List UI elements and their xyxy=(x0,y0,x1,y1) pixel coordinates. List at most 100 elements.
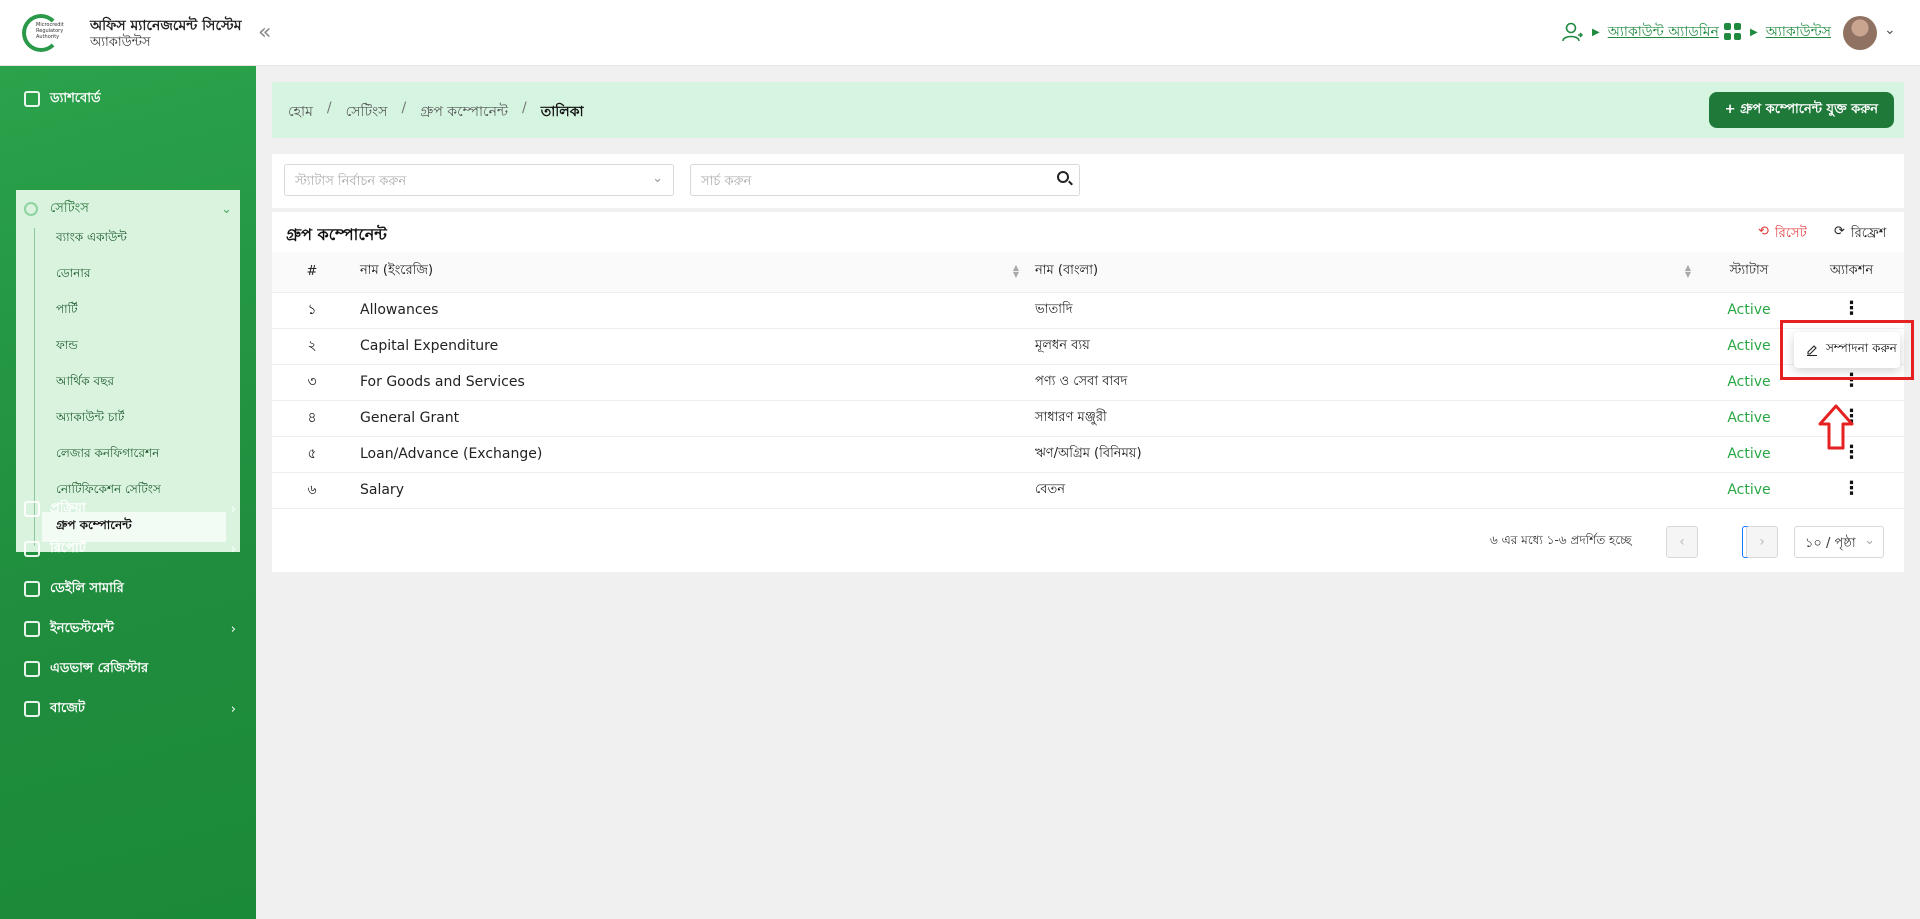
user-switch-icon xyxy=(1562,22,1583,42)
reset-button[interactable]: ⟲ রিসেট xyxy=(1758,224,1807,245)
page-size-select[interactable]: ১০ / পৃষ্ঠা ⌄ xyxy=(1794,526,1884,558)
investment-icon xyxy=(24,621,40,637)
register-icon xyxy=(24,661,40,677)
row-name-en: General Grant xyxy=(352,400,1027,437)
caret-right-icon: ▶ xyxy=(1592,26,1600,38)
arrow-up-icon xyxy=(1818,404,1854,450)
sort-icon[interactable]: ▲ ▼ xyxy=(1685,264,1691,279)
sidebar-subitem-donor[interactable]: ডোনার xyxy=(42,260,226,290)
chevron-down-icon[interactable]: ⌄ xyxy=(1884,22,1896,38)
user-role-switcher[interactable]: ▶ অ্যাকাউন্ট অ্যাডমিন xyxy=(1562,20,1719,44)
chevron-right-icon: › xyxy=(230,541,236,557)
breadcrumb-group-component[interactable]: গ্রুপ কম্পোনেন্ট xyxy=(420,100,508,124)
group-component-table: # নাম (ইংরেজি) ▲ ▼ নাম (বাংলা) ▲ ▼ স্ট্যাট… xyxy=(272,252,1904,509)
summary-icon xyxy=(24,581,40,597)
row-status: Active xyxy=(1699,400,1799,437)
col-name-en-label: নাম (ইংরেজি) xyxy=(360,263,434,279)
col-status-header: স্ট্যাটাস xyxy=(1699,252,1799,293)
sidebar-item-label: বাজেট xyxy=(50,700,85,716)
sidebar-item-label: প্রক্রিয়া xyxy=(50,500,86,516)
search-placeholder: সার্চ করুন xyxy=(701,174,752,189)
sidebar-item-label: ইনভেস্টমেন্ট xyxy=(50,620,114,636)
sort-icon[interactable]: ▲ ▼ xyxy=(1013,264,1019,279)
row-actions-menu-icon[interactable]: ⋮ xyxy=(1843,300,1861,318)
breadcrumb-settings[interactable]: সেটিংস xyxy=(346,100,388,124)
account-admin-link[interactable]: অ্যাকাউন্ট অ্যাডমিন xyxy=(1608,20,1719,44)
sidebar-subitem-party[interactable]: পার্টি xyxy=(42,296,226,326)
table-title: গ্রুপ কম্পোনেন্ট xyxy=(286,225,387,244)
dashboard-icon xyxy=(24,91,40,107)
row-name-en: Allowances xyxy=(352,292,1027,329)
row-num: ৪ xyxy=(272,400,352,437)
row-num: ৩ xyxy=(272,364,352,401)
sidebar-item-advance-register[interactable]: এডভান্স রেজিস্টার xyxy=(24,652,240,686)
sidebar-subitem-ledger-config[interactable]: লেজার কনফিগারেশন xyxy=(42,440,226,470)
highlight-box xyxy=(1780,320,1914,380)
chevron-right-icon: › xyxy=(230,621,236,637)
accounts-module-link[interactable]: অ্যাকাউন্টস xyxy=(1766,20,1831,44)
sidebar-item-budget[interactable]: বাজেট › xyxy=(24,692,240,726)
avatar[interactable] xyxy=(1843,16,1877,50)
sidebar-item-daily-summary[interactable]: ডেইলি সামারি xyxy=(24,572,240,606)
table-row: ৩ For Goods and Services পণ্য ও সেবা বাব… xyxy=(272,364,1904,401)
top-header: Microcredit Regulatory Authority অফিস ম্… xyxy=(0,0,1920,66)
search-icon[interactable] xyxy=(1057,171,1069,183)
sidebar-item-dashboard[interactable]: ড্যাশবোর্ড xyxy=(24,82,240,116)
row-actions-menu-icon[interactable]: ⋮ xyxy=(1843,480,1861,498)
chevron-right-icon: › xyxy=(230,501,236,517)
table-row: ৪ General Grant সাধারণ মঞ্জুরী Active ⋮ xyxy=(272,400,1904,437)
status-select[interactable]: স্ট্যাটাস নির্বাচন করুন ⌄ xyxy=(284,164,674,196)
report-icon xyxy=(24,541,40,557)
chevron-down-icon: ⌄ xyxy=(221,201,232,217)
sidebar-subitem-account-chart[interactable]: অ্যাকাউন্ট চার্ট xyxy=(42,404,226,434)
sidebar-subitem-bank-account[interactable]: ব্যাংক একাউন্ট xyxy=(42,224,226,254)
chevron-down-icon: ⌄ xyxy=(652,171,663,186)
row-name-en: Loan/Advance (Exchange) xyxy=(352,436,1027,473)
refresh-icon: ⟳ xyxy=(1834,224,1845,239)
row-status: Active xyxy=(1699,436,1799,473)
page-size-value: ১০ / পৃষ্ঠা xyxy=(1805,536,1856,551)
row-status: Active xyxy=(1699,472,1799,509)
row-name-en: Salary xyxy=(352,472,1027,509)
caret-right-icon: ▶ xyxy=(1750,26,1758,38)
table-header-row: # নাম (ইংরেজি) ▲ ▼ নাম (বাংলা) ▲ ▼ স্ট্যাট… xyxy=(272,252,1904,293)
sidebar-subitem-fiscal-year[interactable]: আর্থিক বছর xyxy=(42,368,226,398)
sidebar-item-report[interactable]: রিপোর্ট › xyxy=(24,532,240,566)
collapse-sidebar-button[interactable]: « xyxy=(258,20,271,45)
budget-icon xyxy=(24,701,40,717)
search-input[interactable]: সার্চ করুন xyxy=(690,164,1080,196)
breadcrumb: হোম / সেটিংস / গ্রুপ কম্পোনেন্ট / তালিকা xyxy=(288,100,584,124)
refresh-label: রিফ্রেশ xyxy=(1850,226,1887,241)
row-name-bn: মূলধন ব্যয় xyxy=(1027,328,1699,365)
col-name-en-header[interactable]: নাম (ইংরেজি) ▲ ▼ xyxy=(352,252,1027,293)
row-name-bn: বেতন xyxy=(1027,472,1699,509)
breadcrumb-home[interactable]: হোম xyxy=(288,100,313,124)
prev-page-button[interactable]: ‹ xyxy=(1666,526,1698,558)
row-num: ১ xyxy=(272,292,352,329)
sidebar-subitem-fund[interactable]: ফান্ড xyxy=(42,332,226,362)
table-row: ১ Allowances ভাতাদি Active ⋮ xyxy=(272,292,1904,329)
pagination-info: ৬ এর মধ্যে ১-৬ প্রদর্শিত হচ্ছে xyxy=(1490,533,1632,547)
row-num: ৬ xyxy=(272,472,352,509)
breadcrumb-separator: / xyxy=(326,100,332,116)
sidebar-item-settings[interactable]: সেটিংস ⌄ xyxy=(24,194,232,224)
sidebar-item-process[interactable]: প্রক্রিয়া › xyxy=(24,492,240,526)
sidebar-item-label: ডেইলি সামারি xyxy=(50,580,124,596)
module-switcher[interactable]: ▶ অ্যাকাউন্টস xyxy=(1724,20,1831,44)
row-name-bn: পণ্য ও সেবা বাবদ xyxy=(1027,364,1699,401)
sidebar-item-investment[interactable]: ইনভেস্টমেন্ট › xyxy=(24,612,240,646)
sidebar-item-label: ড্যাশবোর্ড xyxy=(50,90,101,106)
col-name-bn-label: নাম (বাংলা) xyxy=(1035,263,1099,279)
refresh-button[interactable]: ⟳ রিফ্রেশ xyxy=(1834,224,1886,245)
add-group-component-button[interactable]: + গ্রুপ কম্পোনেন্ট যুক্ত করুন xyxy=(1708,92,1894,128)
table-row: ৫ Loan/Advance (Exchange) ঋণ/অগ্রিম (বিন… xyxy=(272,436,1904,473)
next-page-button[interactable]: › xyxy=(1746,526,1778,558)
row-name-en: For Goods and Services xyxy=(352,364,1027,401)
breadcrumb-separator: / xyxy=(522,100,527,116)
row-name-bn: ভাতাদি xyxy=(1027,292,1699,329)
reset-icon: ⟲ xyxy=(1758,224,1769,239)
col-name-bn-header[interactable]: নাম (বাংলা) ▲ ▼ xyxy=(1027,252,1699,293)
logo-text: Microcredit Regulatory Authority xyxy=(36,22,64,40)
status-select-placeholder: স্ট্যাটাস নির্বাচন করুন xyxy=(295,174,407,189)
sidebar-item-label: রিপোর্ট xyxy=(50,540,86,556)
